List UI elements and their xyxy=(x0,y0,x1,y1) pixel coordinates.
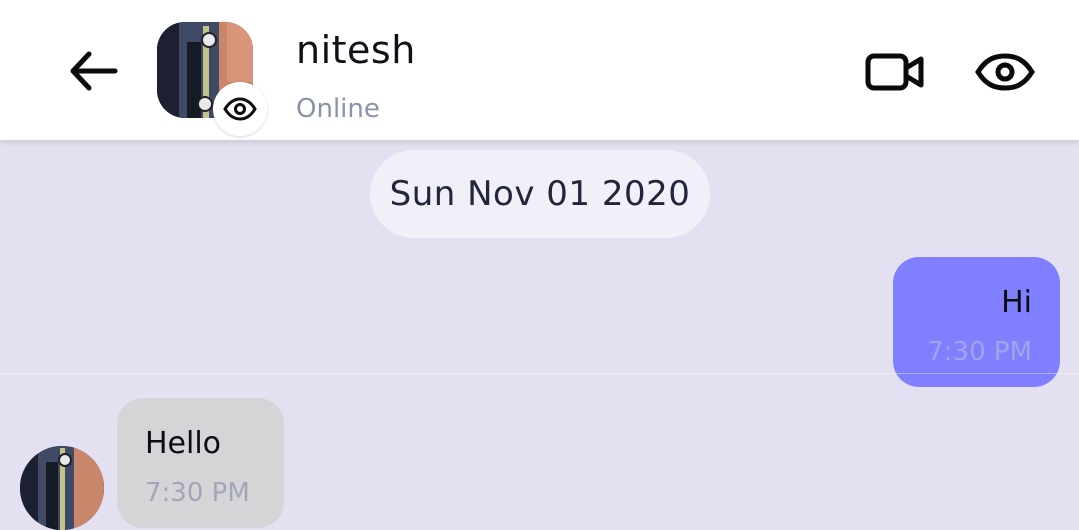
avatar-view-badge[interactable] xyxy=(213,82,267,136)
eye-icon xyxy=(223,97,257,121)
sender-avatar[interactable] xyxy=(20,446,104,530)
video-camera-icon xyxy=(865,53,924,91)
chat-header: nitesh Online xyxy=(0,0,1079,140)
back-button[interactable] xyxy=(58,40,128,102)
contact-name: nitesh xyxy=(296,28,416,72)
contact-status: Online xyxy=(296,94,380,124)
message-bubble-received[interactable]: Hello 7:30 PM xyxy=(117,398,284,528)
divider xyxy=(0,373,1079,374)
message-bubble-sent[interactable]: Hi 7:30 PM xyxy=(893,257,1060,387)
eye-icon xyxy=(975,53,1035,91)
message-text: Hi xyxy=(1001,285,1032,320)
message-time: 7:30 PM xyxy=(927,337,1032,367)
date-separator: Sun Nov 01 2020 xyxy=(370,150,710,238)
contact-avatar[interactable] xyxy=(157,22,267,136)
message-text: Hello xyxy=(145,426,222,461)
view-button[interactable] xyxy=(970,44,1040,100)
arrow-left-icon xyxy=(70,51,118,91)
message-time: 7:30 PM xyxy=(145,478,250,508)
video-call-button[interactable] xyxy=(860,44,930,100)
